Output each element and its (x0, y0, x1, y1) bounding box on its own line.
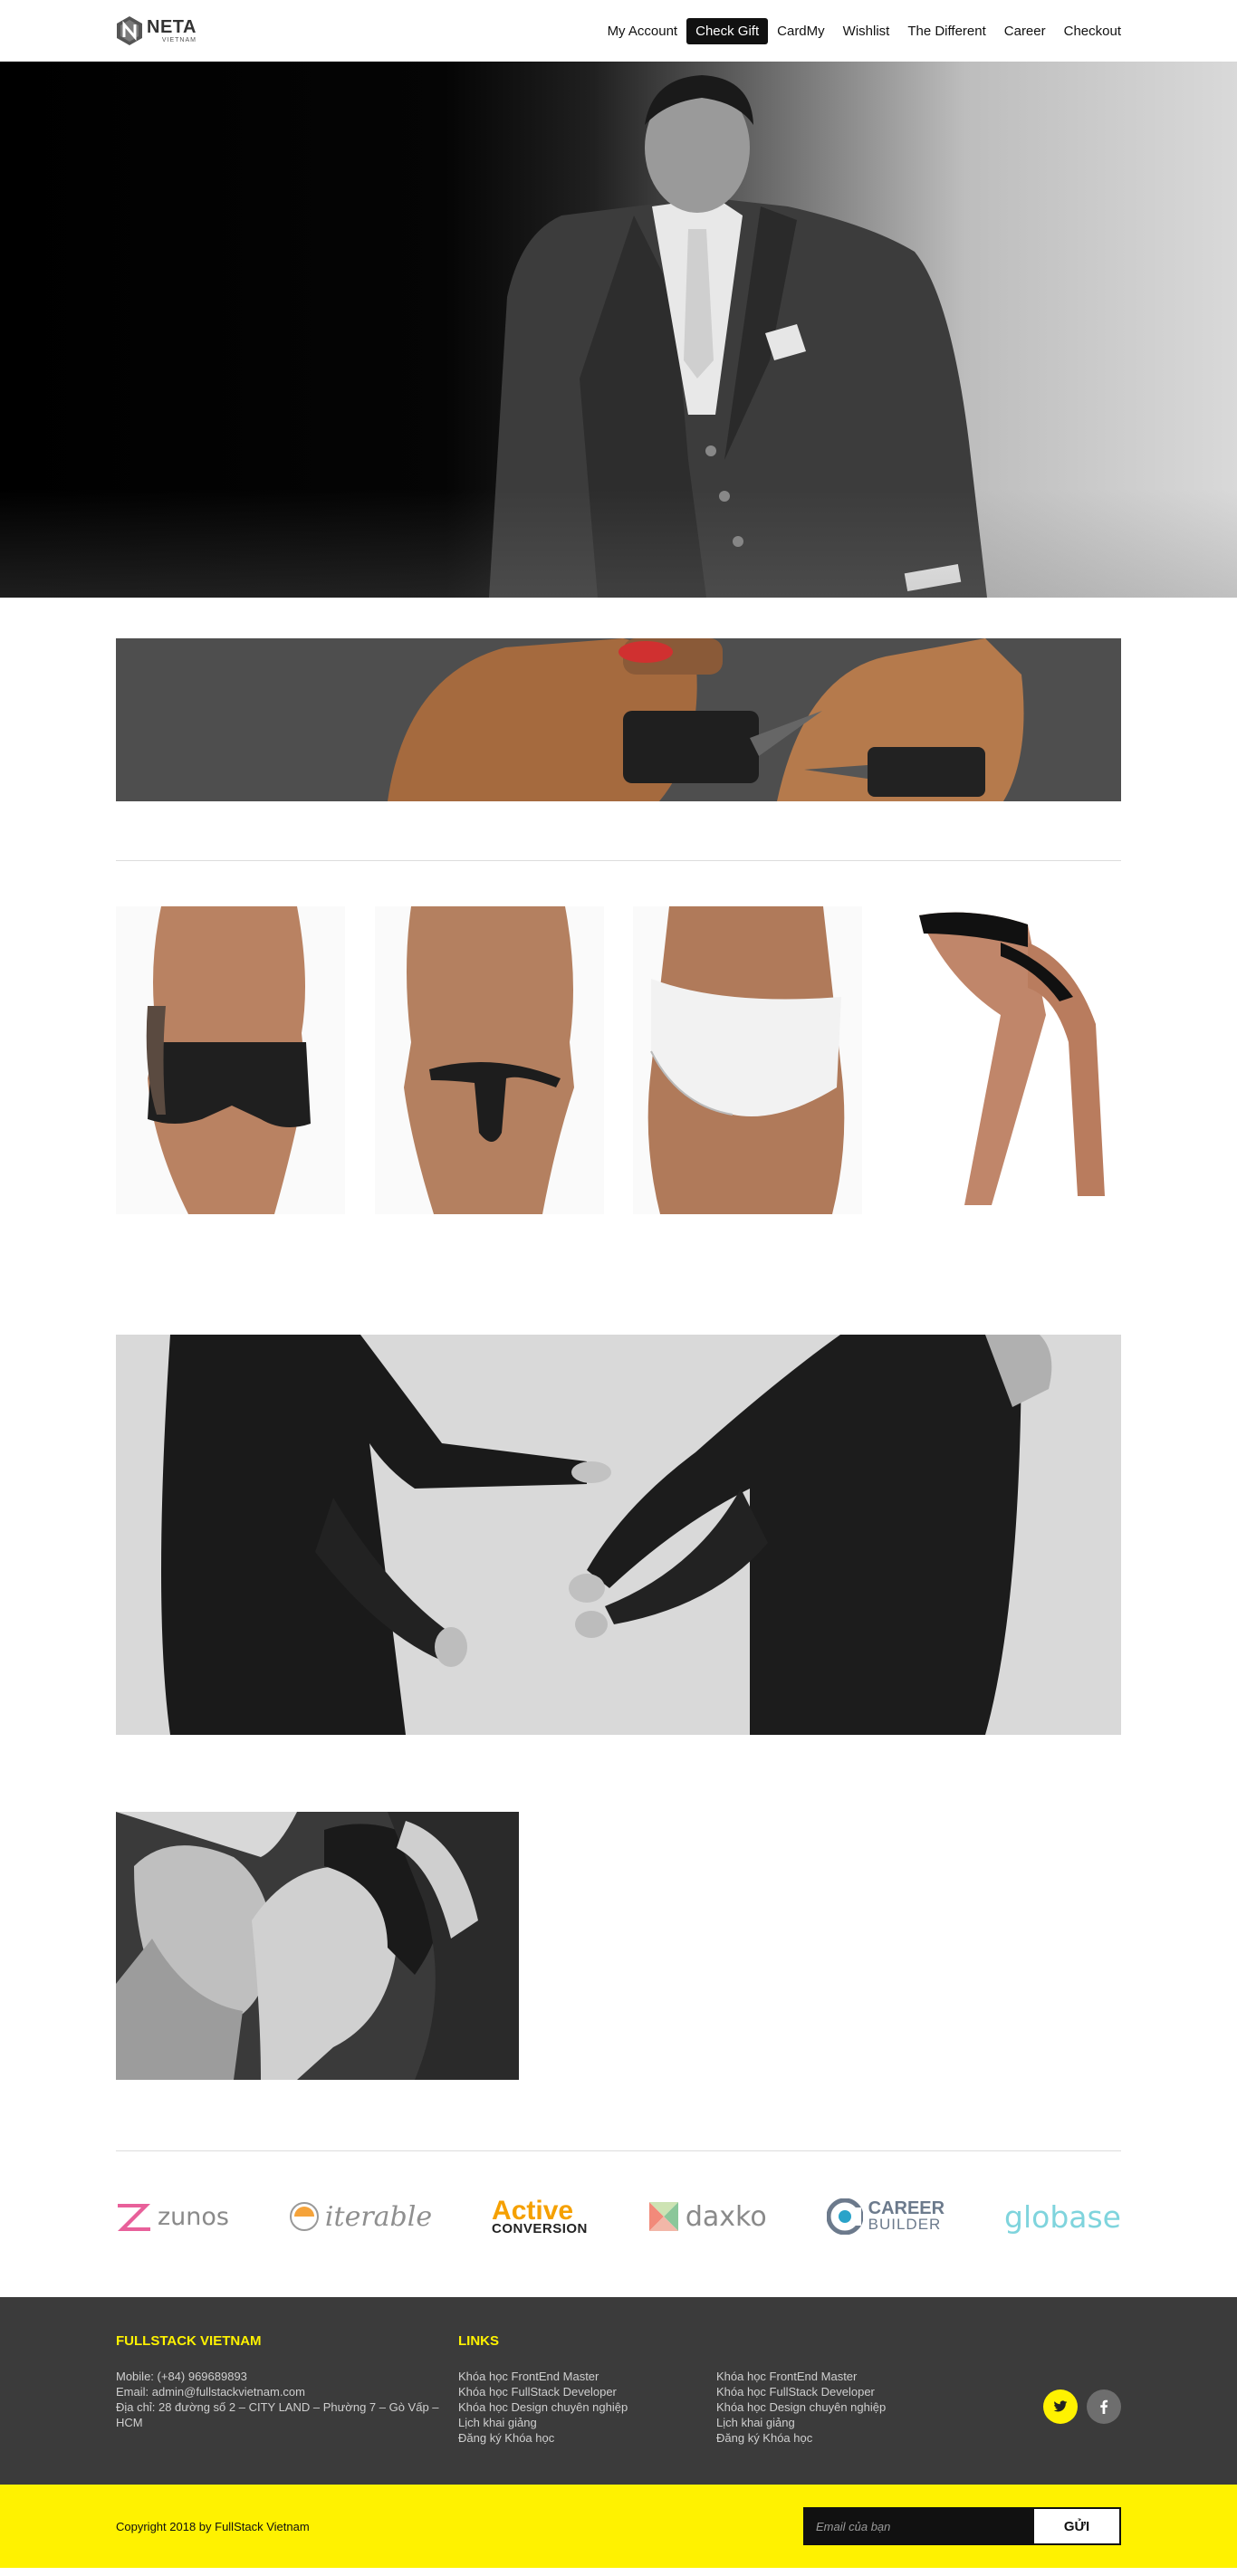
footer-mobile: Mobile: (+84) 969689893 (116, 2370, 247, 2383)
bottom-bar: Copyright 2018 by FullStack Vietnam GỬI (0, 2485, 1237, 2568)
footer-link[interactable]: Lịch khai giảng (458, 2415, 716, 2430)
brand-active-text: Active (492, 2195, 574, 2226)
brand-globase-text: globase (1004, 2198, 1121, 2235)
site-logo[interactable]: NETA VIETNAM (116, 15, 197, 46)
footer-contact: FULLSTACK VIETNAM Mobile: (+84) 96968989… (116, 2333, 458, 2446)
footer-link[interactable]: Khóa học FullStack Developer (458, 2384, 716, 2399)
brand-zunos-text: zunos (158, 2202, 229, 2231)
logo-subtitle: VIETNAM (161, 37, 197, 43)
black-jockstrap-photo (891, 906, 1121, 1214)
twitter-button[interactable] (1043, 2389, 1078, 2424)
models-with-drill-photo (116, 638, 1121, 801)
feature-banner[interactable] (116, 1335, 1121, 1735)
two-men-embrace-photo (116, 1812, 519, 2080)
product-card[interactable] (891, 906, 1121, 1214)
twitter-icon (1053, 2400, 1068, 2412)
main-nav: My Account Check Gift CardMy Wishlist Th… (599, 17, 1121, 44)
copyright-text: Copyright 2018 by FullStack Vietnam (116, 2519, 310, 2533)
footer-links: LINKS Khóa học FrontEnd Master Khóa học … (458, 2333, 716, 2446)
section-divider (116, 2150, 1121, 2151)
section-divider (116, 860, 1121, 861)
newsletter-form: GỬI (803, 2507, 1121, 2545)
brand-daxko-logo[interactable]: daxko (647, 2200, 767, 2233)
nav-checkout[interactable]: Checkout (1055, 18, 1121, 44)
leather-thong-photo (374, 906, 604, 1214)
brand-builder-text: BUILDER (868, 2216, 942, 2234)
product-card[interactable] (116, 906, 345, 1214)
footer-links-title: LINKS (458, 2333, 499, 2349)
nav-cardmy[interactable]: CardMy (768, 18, 834, 44)
promo-banner[interactable] (116, 638, 1121, 801)
iterable-mark-icon (289, 2202, 319, 2231)
brand-globase-logo[interactable]: globase (1004, 2199, 1121, 2235)
product-card[interactable] (374, 906, 604, 1214)
brand-iterable-text: iterable (324, 2200, 433, 2233)
brand-daxko-text: daxko (685, 2200, 767, 2233)
nav-the-different[interactable]: The Different (898, 18, 994, 44)
footer-link[interactable]: Đăng ký Khóa học (458, 2430, 716, 2446)
brand-active-conversion-logo[interactable]: Active CONVERSION (492, 2195, 588, 2236)
footer-link[interactable]: Khóa học Design chuyên nghiệp (458, 2399, 716, 2415)
product-grid (116, 906, 1121, 1214)
facebook-icon (1100, 2399, 1108, 2414)
brand-careerbuilder-logo[interactable]: CAREER BUILDER (826, 2198, 945, 2235)
hero-image (0, 62, 1237, 598)
footer-address: Địa chỉ: 28 đường số 2 – CITY LAND – Phư… (116, 2400, 439, 2429)
email-input[interactable] (805, 2509, 1034, 2543)
brand-zunos-logo[interactable]: zunos (116, 2200, 229, 2233)
nav-career[interactable]: Career (995, 18, 1055, 44)
logo-name: NETA (147, 17, 197, 37)
careerbuilder-mark-icon (826, 2198, 863, 2235)
submit-button[interactable]: GỬI (1034, 2509, 1119, 2543)
social-links (988, 2333, 1121, 2446)
footer-link[interactable]: Khóa học FrontEnd Master (716, 2369, 988, 2384)
facebook-button[interactable] (1087, 2389, 1121, 2424)
footer-links-2: Khóa học FrontEnd Master Khóa học FullSt… (716, 2333, 988, 2446)
footer-link[interactable]: Đăng ký Khóa học (716, 2430, 988, 2446)
footer-contact-title: FULLSTACK VIETNAM (116, 2333, 262, 2349)
site-footer: FULLSTACK VIETNAM Mobile: (+84) 96968989… (0, 2297, 1237, 2485)
footer-link[interactable]: Khóa học FrontEnd Master (458, 2369, 716, 2384)
brand-iterable-logo[interactable]: iterable (289, 2201, 432, 2233)
product-card[interactable] (633, 906, 863, 1214)
footer-email: Email: admin@fullstackvietnam.com (116, 2385, 305, 2399)
nav-wishlist[interactable]: Wishlist (834, 18, 899, 44)
nav-my-account[interactable]: My Account (599, 18, 687, 44)
leather-boxer-photo (116, 906, 345, 1214)
footer-link[interactable]: Khóa học FullStack Developer (716, 2384, 988, 2399)
footer-link[interactable]: Khóa học Design chuyên nghiệp (716, 2399, 988, 2415)
white-brief-photo (633, 906, 863, 1214)
two-men-leather-coats-photo (116, 1335, 1121, 1735)
brand-conversion-text: CONVERSION (492, 2220, 588, 2236)
nav-check-gift[interactable]: Check Gift (686, 17, 769, 44)
daxko-mark-icon (648, 2202, 678, 2231)
zunos-mark-icon (118, 2204, 150, 2231)
hexagon-logo-icon (117, 16, 142, 45)
footer-link[interactable]: Lịch khai giảng (716, 2415, 988, 2430)
gallery-image[interactable] (116, 1812, 519, 2080)
brand-logos: zunos iterable Active CONVERSION daxko C… (116, 2197, 1121, 2236)
site-header: NETA VIETNAM My Account Check Gift CardM… (0, 0, 1237, 62)
